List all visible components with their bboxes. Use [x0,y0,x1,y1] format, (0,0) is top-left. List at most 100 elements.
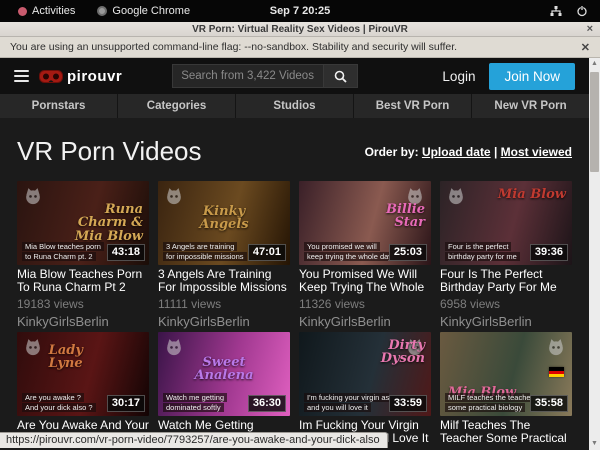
video-duration: 25:03 [389,244,427,261]
login-link[interactable]: Login [442,69,475,84]
thumb-caption-line: keep trying the whole day [304,252,389,261]
thumb-caption-line: You promised we will [304,242,380,251]
studio-mask-watermark-icon [23,186,43,211]
video-studio[interactable]: KinkyGirlsBerlin [440,315,572,328]
nav-item[interactable]: Categories [118,94,236,118]
thumb-overlay-title: Lady Lyne [49,344,119,371]
main-nav: Pornstars Categories Studios Best VR Por… [0,94,589,118]
video-thumbnail[interactable]: Kinky Angels 3 Angels are trainingfor im… [158,181,290,265]
studio-mask-watermark-icon [405,186,425,211]
video-thumbnail[interactable]: Runa Charm & Mia Blow Mia Blow teaches p… [17,181,149,265]
page-content: VR Porn Videos Order by: Upload date | M… [0,118,589,450]
video-title[interactable]: Milf Teaches The Teacher Some Practical … [440,419,572,445]
video-card: Mia Blow Four is the perfectbirthday par… [440,181,572,328]
studio-mask-watermark-icon [446,186,466,211]
thumb-overlay-title: Runa Charm & Mia Blow [71,203,143,244]
warning-message: You are using an unsupported command-lin… [10,41,457,53]
nav-item-label: Categories [147,100,206,112]
thumb-captions: MILF teaches the teachersome practical b… [445,393,530,412]
activities-button[interactable]: Activities [10,0,83,22]
scrollbar-down-icon[interactable]: ▼ [591,438,598,450]
nav-item[interactable]: Pornstars [0,94,118,118]
video-thumbnail[interactable]: Lady Lyne Are you awake ?And your dick a… [17,332,149,416]
search-button[interactable] [324,64,358,88]
thumb-caption-line: Watch me getting [163,393,227,402]
video-views: 6958 views [440,298,572,310]
thumb-caption-line: birthday party for me [445,252,520,261]
studio-mask-watermark-icon [164,337,184,362]
page-scrollbar[interactable]: ▲ ▼ [589,58,600,450]
status-url-popup: https://pirouvr.com/vr-porn-video/779325… [0,432,388,448]
order-separator: | [491,145,501,159]
window-title: VR Porn: Virtual Reality Sex Videos | Pi… [192,24,408,35]
thumb-caption-line: Four is the perfect [445,242,511,251]
chrome-icon [97,6,107,16]
window-close-icon[interactable]: × [587,23,593,35]
menu-hamburger-icon[interactable] [14,70,29,82]
system-top-bar: Activities Google Chrome Sep 7 20:25 [0,0,600,22]
search-input[interactable] [172,64,324,88]
video-card: Kinky Angels 3 Angels are trainingfor im… [158,181,290,328]
studio-mask-watermark-icon [405,337,425,362]
video-title[interactable]: You Promised We Will Keep Trying The Who… [299,268,431,294]
video-duration: 47:01 [248,244,286,261]
app-menu-button[interactable]: Google Chrome [89,0,198,22]
network-icon[interactable] [550,5,562,17]
site-logo-text: pirouvr [67,68,122,85]
order-by-label: Order by: [365,145,419,159]
nav-item[interactable]: Studios [236,94,354,118]
thumb-caption-line: to Runa Charm pt. 2 [22,252,96,261]
order-by: Order by: Upload date | Most viewed [365,145,572,159]
warning-close-icon[interactable]: ✕ [581,41,590,54]
video-title[interactable]: Mia Blow Teaches Porn To Runa Charm Pt 2 [17,268,149,294]
scrollbar-thumb[interactable] [590,72,599,172]
thumb-captions: Watch me gettingdominated softly [163,393,227,412]
video-thumbnail[interactable]: Sweet Analena Watch me gettingdominated … [158,332,290,416]
thumb-captions: Mia Blow teaches pornto Runa Charm pt. 2 [22,242,104,261]
search-icon [334,70,347,83]
video-duration: 43:18 [107,244,145,261]
video-title[interactable]: 3 Angels Are Training For Impossible Mis… [158,268,290,294]
video-studio[interactable]: KinkyGirlsBerlin [299,315,431,328]
video-thumbnail[interactable]: Dirty Dyson I'm fucking your virgin assa… [299,332,431,416]
warning-infobar: You are using an unsupported command-lin… [0,37,600,58]
site-logo[interactable]: pirouvr [39,68,122,85]
app-menu-label: Google Chrome [112,5,190,17]
thumb-overlay-title: Sweet Analena [191,356,257,383]
nav-item-label: New VR Porn [494,100,566,112]
video-grid: Runa Charm & Mia Blow Mia Blow teaches p… [17,181,572,450]
thumb-caption-line: And your dick also ? [22,403,96,412]
video-card: Mia Blow MILF teaches the teachersome pr… [440,332,572,450]
order-link[interactable]: Most viewed [501,145,572,159]
page-title: VR Porn Videos [17,136,202,167]
thumb-caption-line: dominated softly [163,403,224,412]
join-now-button[interactable]: Join Now [489,63,575,90]
video-studio[interactable]: KinkyGirlsBerlin [17,315,149,328]
thumb-caption-line: I'm fucking your virgin ass [304,393,389,402]
order-link[interactable]: Upload date [422,145,491,159]
video-duration: 30:17 [107,395,145,412]
thumb-caption-line: 3 Angels are training [163,242,237,251]
thumb-captions: 3 Angels are trainingfor impossible miss… [163,242,247,261]
video-thumbnail[interactable]: Billie Star You promised we willkeep try… [299,181,431,265]
power-icon[interactable] [576,5,588,17]
video-studio[interactable]: KinkyGirlsBerlin [158,315,290,328]
search-bar [172,64,358,88]
thumb-caption-line: Are you awake ? [22,393,84,402]
video-views: 19183 views [17,298,149,310]
video-thumbnail[interactable]: Mia Blow MILF teaches the teachersome pr… [440,332,572,416]
nav-item[interactable]: Best VR Porn [354,94,472,118]
scrollbar-up-icon[interactable]: ▲ [591,58,598,70]
clock[interactable]: Sep 7 20:25 [270,5,331,17]
order-links: Upload date | Most viewed [422,145,572,159]
video-views: 11326 views [299,298,431,310]
thumb-captions: You promised we willkeep trying the whol… [304,242,389,261]
nav-item[interactable]: New VR Porn [472,94,589,118]
nav-item-label: Best VR Porn [376,100,450,112]
video-title[interactable]: Four Is The Perfect Birthday Party For M… [440,268,572,294]
thumb-caption-line: MILF teaches the teacher [445,393,530,402]
video-duration: 33:59 [389,395,427,412]
video-thumbnail[interactable]: Mia Blow Four is the perfectbirthday par… [440,181,572,265]
activities-label: Activities [32,5,75,17]
vr-goggles-icon [39,70,63,83]
